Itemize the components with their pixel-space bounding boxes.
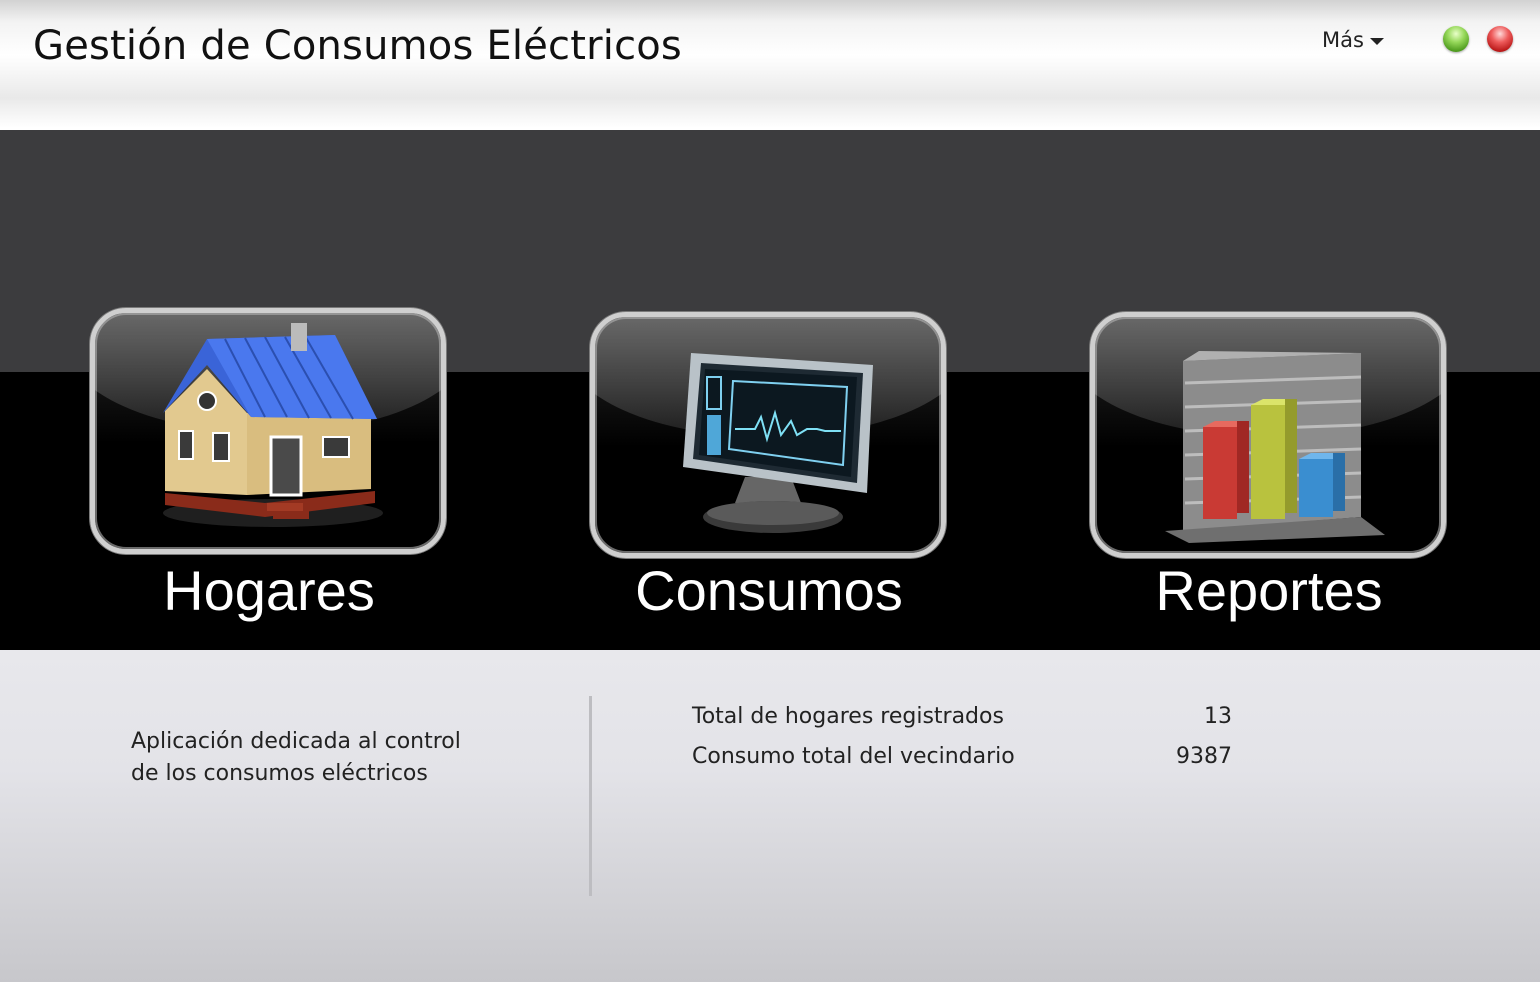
consumos-tile-button[interactable] <box>590 312 946 558</box>
bar-chart-icon <box>1165 351 1385 543</box>
tile-label-hogares: Hogares <box>163 559 375 622</box>
main-menu-band: Hogares Consumos Reportes <box>0 130 1540 650</box>
more-menu-button[interactable]: Más <box>1322 28 1384 52</box>
hogares-tile-button[interactable] <box>90 308 446 554</box>
tile-label-reportes: Reportes <box>1155 559 1383 622</box>
app-description: Aplicación dedicada al control de los co… <box>131 726 461 790</box>
stat-label-hogares: Total de hogares registrados <box>692 704 1004 729</box>
description-line-1: Aplicación dedicada al control <box>131 729 461 754</box>
description-line-2: de los consumos eléctricos <box>131 761 428 786</box>
app-title: Gestión de Consumos Eléctricos <box>33 23 682 69</box>
stat-value-hogares: 13 <box>1204 704 1232 729</box>
caret-down-icon <box>1369 38 1384 45</box>
stat-value-consumo: 9387 <box>1176 744 1232 769</box>
title-bar: Gestión de Consumos Eléctricos Más <box>0 0 1540 130</box>
house-icon <box>163 323 383 527</box>
close-button[interactable] <box>1487 26 1513 52</box>
info-panel: Aplicación dedicada al control de los co… <box>0 650 1540 982</box>
vertical-divider <box>589 696 592 896</box>
maximize-button[interactable] <box>1443 26 1469 52</box>
stat-label-consumo: Consumo total del vecindario <box>692 744 1015 769</box>
reportes-tile-button[interactable] <box>1090 312 1446 558</box>
monitor-icon <box>683 353 873 533</box>
tile-label-consumos: Consumos <box>635 559 903 622</box>
more-menu-label: Más <box>1322 28 1364 52</box>
